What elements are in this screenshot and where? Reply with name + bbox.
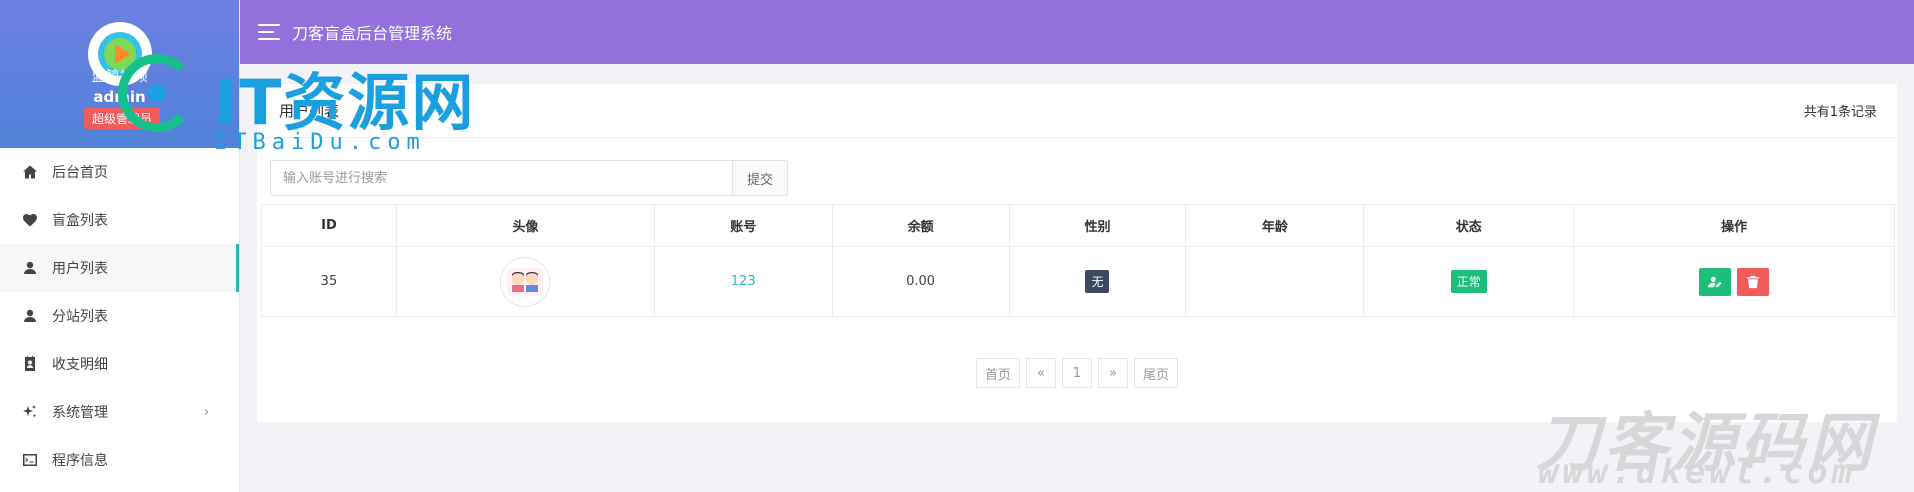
user-table: ID 头像 账号 余额 性别 年龄 状态 操作 35 123 0.00 无 正常: [261, 204, 1895, 317]
sidebar-profile: 蓝鲸视频 admin 超级管理员: [0, 0, 239, 148]
first-page-button[interactable]: 首页: [975, 358, 1020, 388]
column-header-age: 年龄: [1185, 204, 1365, 247]
prev-page-button[interactable]: «: [1026, 358, 1056, 388]
cell-age: [1185, 246, 1365, 317]
cell-gender: 无: [1008, 246, 1187, 317]
watermark-url: www.dkewl.com: [1538, 452, 1857, 492]
admin-name: admin: [93, 88, 146, 106]
avatar: [500, 256, 551, 307]
sidebar-item-blindbox-list[interactable]: 盲盒列表: [0, 196, 239, 244]
submit-button[interactable]: 提交: [732, 160, 788, 196]
cell-avatar: [395, 246, 655, 317]
sidebar-item-label: 用户列表: [52, 261, 108, 277]
cell-id: 35: [261, 246, 397, 317]
sidebar-item-substation-list[interactable]: 分站列表: [0, 292, 239, 340]
contacts-book-icon: [22, 356, 38, 372]
cell-account[interactable]: 123: [653, 246, 833, 317]
page-title: 用户列表: [279, 102, 340, 120]
role-badge: 超级管理员: [84, 108, 161, 129]
pagination: 首页 « 1 » 尾页: [257, 358, 1897, 388]
heart-icon: [22, 212, 38, 228]
sidebar-item-program-info[interactable]: 程序信息: [0, 436, 239, 484]
home-icon: [22, 164, 38, 180]
terminal-icon: [22, 452, 38, 468]
table-header-row: ID 头像 账号 余额 性别 年龄 状态 操作: [261, 204, 1895, 247]
sidebar-item-label: 盲盒列表: [52, 213, 108, 229]
column-header-gender: 性别: [1008, 204, 1187, 247]
sidebar-item-transactions[interactable]: 收支明细: [0, 340, 239, 388]
cell-actions: [1573, 246, 1895, 317]
column-header-account: 账号: [653, 204, 833, 247]
search-bar: 提交: [270, 160, 788, 196]
app-title: 刀客盲盒后台管理系统: [292, 24, 453, 43]
sidebar-item-dashboard[interactable]: 后台首页: [0, 148, 239, 196]
column-header-avatar: 头像: [395, 204, 655, 247]
trash-icon: [1747, 275, 1760, 288]
user-edit-icon: [1708, 276, 1722, 287]
cell-status: 正常: [1363, 246, 1575, 317]
gender-badge: 无: [1085, 270, 1110, 293]
top-header: 刀客盲盒后台管理系统: [240, 0, 1914, 64]
sidebar-item-system-settings[interactable]: 系统管理 ›: [0, 388, 239, 436]
next-page-button[interactable]: »: [1098, 358, 1128, 388]
sidebar-item-label: 系统管理: [52, 405, 108, 421]
delete-user-button[interactable]: [1737, 267, 1770, 296]
column-header-balance: 余额: [831, 204, 1010, 247]
user-icon: [22, 260, 38, 276]
sidebar-item-label: 收支明细: [52, 357, 108, 373]
edit-user-button[interactable]: [1699, 267, 1731, 296]
account-link[interactable]: 123: [731, 274, 756, 289]
site-name: 蓝鲸视频: [91, 69, 148, 85]
search-input[interactable]: [270, 160, 732, 196]
record-count: 共有1条记录: [1803, 105, 1877, 120]
couple-avatar-icon: [507, 267, 544, 296]
sidebar-item-label: 程序信息: [52, 453, 108, 469]
user-icon: [22, 308, 38, 324]
user-list-card: 用户列表 共有1条记录 提交 ID 头像 账号 余额 性别 年龄 状态 操作 3…: [257, 84, 1897, 422]
menu-toggle-icon[interactable]: [258, 24, 280, 40]
column-header-id: ID: [261, 204, 397, 247]
sidebar-menu: 后台首页 盲盒列表 用户列表 分站列表 收支明细 系统管理 › 程序信息: [0, 148, 239, 484]
cell-balance: 0.00: [831, 246, 1010, 317]
page-number-button[interactable]: 1: [1062, 358, 1092, 388]
sparkle-icon: [22, 404, 38, 420]
last-page-button[interactable]: 尾页: [1134, 358, 1179, 388]
column-header-actions: 操作: [1573, 204, 1895, 247]
sidebar-item-label: 后台首页: [52, 165, 108, 181]
sidebar: 蓝鲸视频 admin 超级管理员 后台首页 盲盒列表 用户列表 分站列表 收支明…: [0, 0, 240, 492]
chevron-right-icon: ›: [203, 404, 209, 420]
status-badge: 正常: [1450, 270, 1487, 293]
column-header-status: 状态: [1363, 204, 1575, 247]
sidebar-item-label: 分站列表: [52, 309, 108, 325]
sidebar-item-user-list[interactable]: 用户列表: [0, 244, 239, 292]
card-header: 用户列表 共有1条记录: [257, 84, 1897, 138]
table-row: 35 123 0.00 无 正常: [261, 246, 1895, 317]
